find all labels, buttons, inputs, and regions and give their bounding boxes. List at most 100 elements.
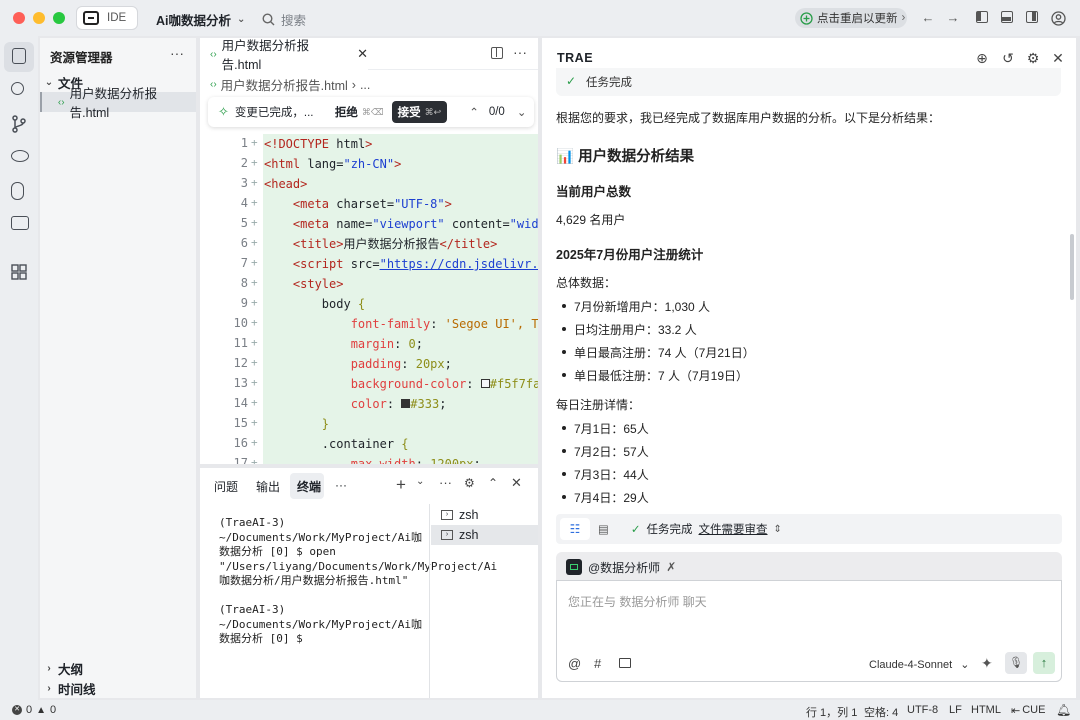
files-icon[interactable]	[12, 48, 26, 64]
language-mode[interactable]: HTML	[971, 704, 1001, 716]
expand-icon[interactable]: ⇕	[774, 524, 782, 535]
line-number: 17	[233, 456, 248, 464]
terminal-icon: ›	[441, 510, 453, 520]
mention-icon[interactable]: @	[568, 656, 581, 671]
settings-gear-icon[interactable]: ⚙	[1025, 50, 1041, 66]
zoom-window-button[interactable]	[53, 12, 65, 24]
tab-output[interactable]: 输出	[256, 478, 280, 495]
reject-button[interactable]: 拒绝 ⌘⌫	[335, 104, 384, 120]
trae-logo-icon	[83, 11, 99, 25]
accept-shortcut: ⌘↩	[424, 106, 442, 117]
code-line: padding: 20px;	[263, 354, 538, 374]
restart-update-button[interactable]: 点击重启以更新 ›	[795, 8, 907, 28]
breadcrumb-file[interactable]: 用户数据分析报告.html	[221, 75, 348, 94]
new-terminal-icon[interactable]: +	[396, 475, 406, 495]
history-icon[interactable]: ↺	[1000, 50, 1016, 66]
close-tab-icon[interactable]: ✕	[357, 46, 368, 62]
list-item: 7月3日：44人	[556, 466, 856, 482]
more-options-icon[interactable]: ···	[170, 45, 184, 61]
timeline-section[interactable]: › 时间线	[40, 678, 196, 698]
tab-terminal[interactable]: 终端	[297, 478, 321, 495]
previous-change-icon[interactable]: ⌃	[469, 105, 479, 119]
warning-icon: ▲	[36, 704, 47, 716]
cursor-position[interactable]: 行 1，列 1	[806, 704, 857, 720]
sparkle-icon[interactable]: ✦	[981, 655, 993, 672]
tab-problems[interactable]: 问题	[214, 478, 238, 495]
file-label: 用户数据分析报告.html	[69, 87, 158, 120]
tab-more[interactable]: ···	[335, 478, 347, 492]
status-bar: ✕ 0 ▲ 0 行 1，列 1 空格: 4 UTF-8 LF HTML ⇤ CU…	[0, 700, 1080, 720]
code-line: }	[263, 414, 538, 434]
model-selector[interactable]: Claude-4-Sonnet ⌄	[869, 658, 969, 671]
agent-selector[interactable]: @数据分析师 ✗	[556, 552, 1062, 582]
terminal-output[interactable]: (TraeAI-3) ~/Documents/Work/MyProject/Ai…	[219, 516, 497, 647]
chevron-right-icon: ›	[47, 682, 51, 694]
code-area[interactable]: 1 + <!DOCTYPE html> 2 + <html lang="zh-CN"> …	[200, 134, 538, 464]
hash-icon[interactable]: #	[594, 656, 601, 671]
search-input[interactable]: 搜索	[262, 10, 306, 29]
line-ending[interactable]: LF	[949, 704, 962, 716]
toggle-secondary-sidebar-icon[interactable]	[1026, 11, 1038, 23]
line-number: 8	[240, 276, 248, 290]
review-files-link[interactable]: 文件需要审查	[699, 521, 768, 537]
chat-input[interactable]: 您正在与 数据分析师 聊天 @ # Claude-4-Sonnet ⌄ ✦ 🎙 …	[556, 580, 1062, 682]
editor-tab[interactable]: ‹› 用户数据分析报告.html ✕	[200, 38, 368, 72]
tab-label: 用户数据分析报告.html	[221, 39, 310, 72]
outline-section[interactable]: › 大纲	[40, 658, 196, 678]
task-done-header: ✓ 任务完成	[556, 68, 1061, 96]
chat-messages: ✓ 任务完成 根据您的要求，我已经完成了数据库用户数据的分析。以下是分析结果： …	[556, 68, 1061, 533]
split-editor-icon[interactable]	[491, 47, 503, 59]
ide-mode-label: IDE	[107, 12, 127, 24]
terminal-item-active[interactable]: › zsh	[431, 525, 538, 545]
debug-bug-icon[interactable]	[11, 182, 24, 200]
list-item: 单日最低注册：7 人（7月19日）	[556, 367, 856, 383]
line-number: 4	[240, 196, 248, 210]
image-icon[interactable]	[619, 658, 631, 668]
source-control-icon[interactable]	[11, 115, 29, 133]
chevron-down-icon: ⌄	[44, 76, 54, 88]
toggle-sidebar-icon[interactable]	[976, 11, 988, 23]
next-change-icon[interactable]: ⌄	[517, 105, 527, 119]
terminal-icon: ›	[441, 530, 453, 540]
toggle-panel-icon[interactable]	[1001, 11, 1013, 23]
accept-button[interactable]: 接受 ⌘↩	[391, 101, 448, 123]
list-item: 7月份新增用户：1,030 人	[556, 298, 856, 314]
minimize-window-button[interactable]	[33, 12, 45, 24]
extensions-grid-icon[interactable]	[11, 264, 29, 282]
chat-scrollbar[interactable]	[1070, 234, 1074, 300]
account-icon[interactable]	[1051, 11, 1066, 26]
editor-tabbar: ‹› 用户数据分析报告.html ✕ ···	[200, 38, 538, 72]
close-panel-icon[interactable]: ✕	[511, 475, 522, 491]
remote-monitor-icon[interactable]	[11, 216, 29, 230]
encoding[interactable]: UTF-8	[907, 704, 938, 716]
close-window-button[interactable]	[13, 12, 25, 24]
back-arrow-icon[interactable]: ←	[921, 11, 935, 25]
agent-name: @数据分析师	[588, 560, 661, 575]
document-icon[interactable]: ▤	[598, 522, 609, 536]
ide-mode-toggle[interactable]: IDE	[76, 6, 138, 30]
chevron-down-icon[interactable]: ⌄	[416, 476, 424, 487]
forward-arrow-icon[interactable]: →	[946, 11, 960, 25]
new-chat-icon[interactable]: ⊕	[974, 50, 990, 66]
terminal-item[interactable]: › zsh	[431, 505, 538, 525]
more-options-icon[interactable]: ···	[513, 44, 527, 60]
file-row[interactable]: ‹› 用户数据分析报告.html	[40, 87, 196, 120]
maximize-panel-icon[interactable]: ⌃	[488, 476, 498, 490]
project-switcher[interactable]: Ai咖数据分析 ⌄	[156, 10, 245, 29]
checklist-icon[interactable]: ☷	[560, 518, 590, 540]
cue-toggle[interactable]: ⇤ CUE	[1011, 704, 1045, 717]
line-number: 1	[240, 136, 248, 150]
terminal-settings-icon[interactable]: ⚙	[464, 476, 475, 490]
preview-eye-icon[interactable]	[11, 150, 29, 162]
breadcrumb-more[interactable]: ...	[360, 78, 370, 92]
notifications-bell-icon[interactable]: 🔔︎	[1056, 703, 1071, 717]
more-options-icon[interactable]: ···	[439, 475, 452, 490]
code-line: <title>用户数据分析报告</title>	[263, 234, 538, 254]
accept-label: 接受	[397, 107, 421, 119]
close-chat-icon[interactable]: ✕	[1050, 50, 1066, 66]
search-files-icon[interactable]	[11, 82, 24, 95]
send-arrow-icon[interactable]: ↑	[1033, 652, 1055, 674]
indentation[interactable]: 空格: 4	[864, 704, 898, 720]
microphone-icon[interactable]: 🎙	[1005, 652, 1027, 674]
problems-indicator[interactable]: ✕ 0 ▲ 0	[12, 704, 56, 716]
